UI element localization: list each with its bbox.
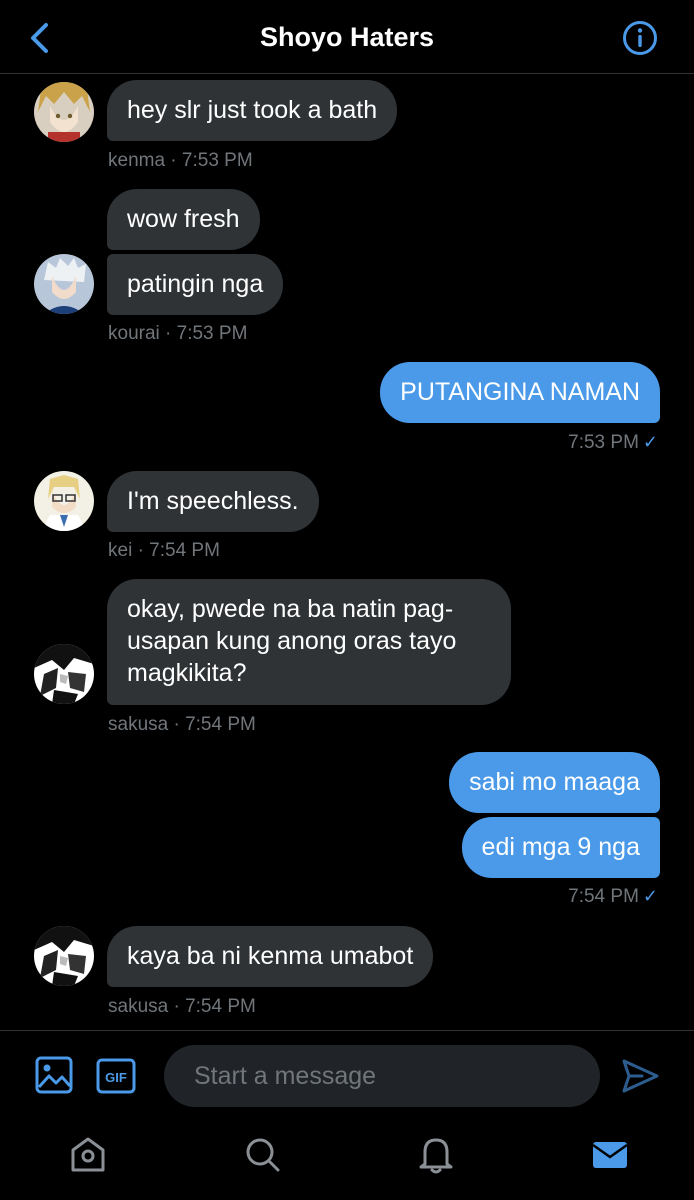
message-input[interactable]: Start a message: [164, 1045, 600, 1107]
notifications-bell-icon[interactable]: [416, 1134, 456, 1174]
message-bubble[interactable]: patingin nga: [107, 254, 284, 315]
read-check-icon: ✓: [642, 886, 658, 906]
avatar-kourai[interactable]: [34, 254, 94, 314]
conversation-header: Shoyo Haters: [0, 0, 694, 74]
avatar-sakusa[interactable]: [34, 926, 94, 986]
message-bubble[interactable]: I'm speechless.: [107, 471, 319, 532]
message-list[interactable]: hey slr just took a bath kenma · 7:53 PM…: [0, 74, 694, 1030]
message-bubble[interactable]: kaya ba ni kenma umabot: [107, 926, 434, 987]
avatar-sakusa[interactable]: [34, 644, 94, 704]
conversation-title[interactable]: Shoyo Haters: [0, 22, 694, 53]
gif-icon[interactable]: GIF: [96, 1058, 136, 1094]
message-bubble[interactable]: PUTANGINA NAMAN: [380, 362, 660, 423]
message-meta: kourai · 7:53 PM: [108, 323, 248, 344]
message-meta: 7:54 PM ✓: [568, 886, 658, 908]
message-bubble[interactable]: wow fresh: [107, 189, 260, 250]
avatar-kenma[interactable]: [34, 82, 94, 142]
search-icon[interactable]: [242, 1134, 282, 1174]
gif-label: GIF: [105, 1070, 127, 1085]
message-bubble[interactable]: sabi mo maaga: [449, 752, 660, 813]
message-meta: kei · 7:54 PM: [108, 540, 220, 561]
message-bubble[interactable]: edi mga 9 nga: [461, 817, 660, 878]
message-bubble[interactable]: okay, pwede na ba natin pag-usapan kung …: [107, 579, 511, 705]
message-time: 7:54 PM: [568, 886, 639, 907]
image-icon[interactable]: [34, 1055, 74, 1095]
home-icon[interactable]: [68, 1134, 108, 1174]
message-meta: 7:53 PM ✓: [568, 432, 658, 454]
read-check-icon: ✓: [642, 432, 658, 452]
message-meta: sakusa · 7:54 PM: [108, 714, 256, 735]
message-meta: kenma · 7:53 PM: [108, 150, 253, 171]
info-icon[interactable]: [622, 20, 658, 56]
bottom-tab-bar: [0, 1120, 694, 1200]
message-composer: GIF Start a message: [0, 1030, 694, 1120]
send-icon[interactable]: [620, 1057, 660, 1095]
message-bubble[interactable]: hey slr just took a bath: [107, 80, 398, 141]
messages-envelope-icon[interactable]: [590, 1134, 630, 1174]
avatar-kei[interactable]: [34, 471, 94, 531]
message-meta: sakusa · 7:54 PM: [108, 996, 256, 1017]
message-time: 7:53 PM: [568, 432, 639, 453]
